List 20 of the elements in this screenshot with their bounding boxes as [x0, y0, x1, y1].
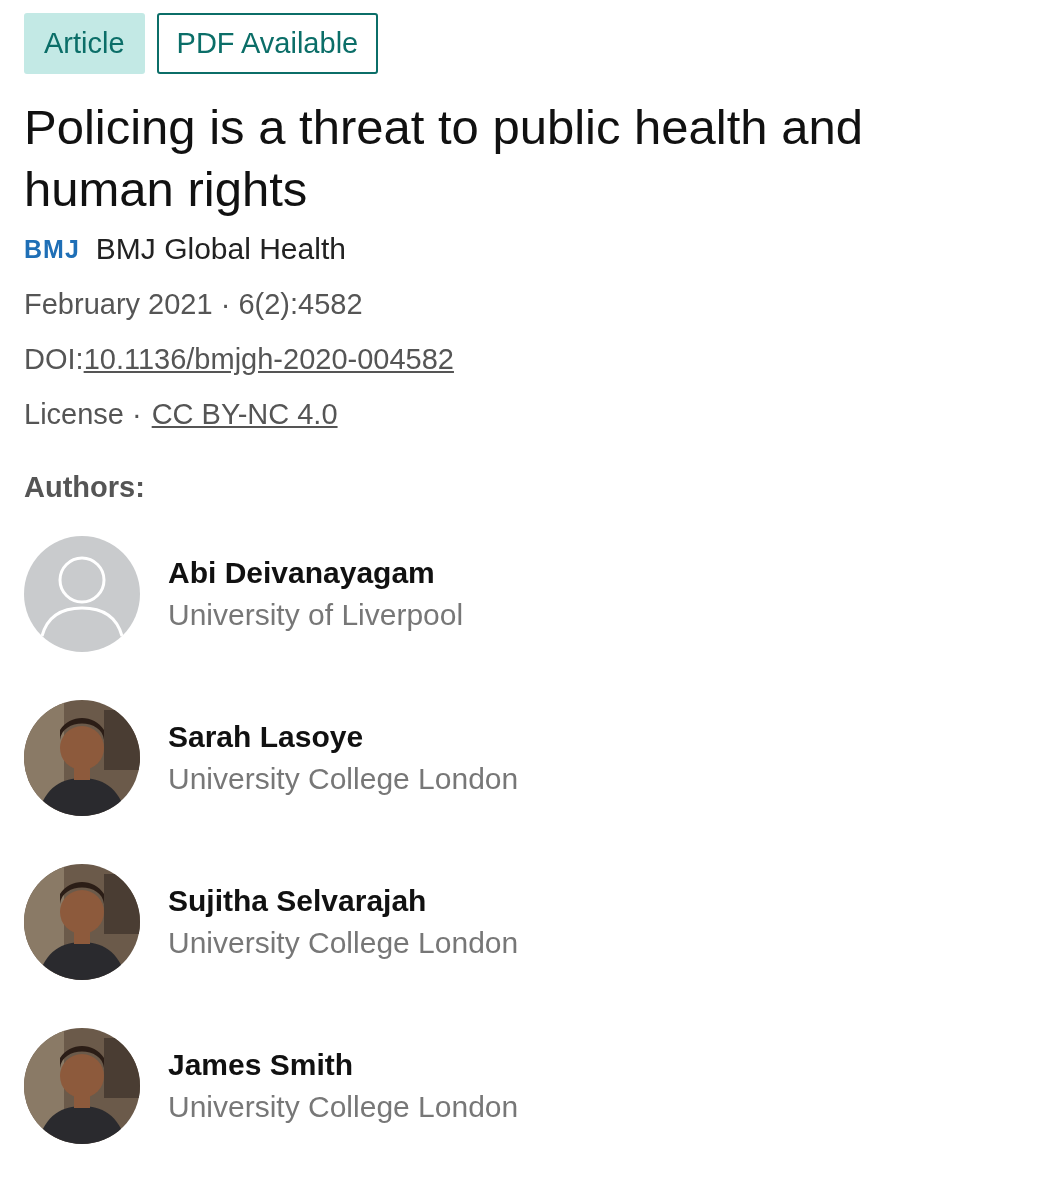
article-title: Policing is a threat to public health and human rights [24, 99, 864, 218]
license-link[interactable]: CC BY-NC 4.0 [151, 398, 338, 431]
author-affiliation: University College London [168, 926, 519, 960]
publication-date: February 2021 · 6(2):4582 [24, 288, 363, 321]
license-label: License · [24, 398, 142, 431]
journal-logo: BMJ [24, 234, 80, 264]
author-name[interactable]: Sarah Lasoye [168, 720, 519, 754]
author-affiliation: University of Liverpool [168, 598, 464, 632]
authors-heading: Authors: [24, 471, 146, 504]
article-type-tag: Article [24, 13, 145, 74]
author-affiliation: University College London [168, 1090, 519, 1124]
doi-label: DOI: [24, 343, 84, 376]
author-name[interactable]: James Smith [168, 1048, 519, 1082]
journal-name: BMJ Global Health [95, 232, 346, 266]
pdf-available-tag: PDF Available [156, 13, 379, 74]
doi-link[interactable]: 10.1136/bmjgh-2020-004582 [83, 343, 454, 376]
author-name[interactable]: Abi Deivanayagam [168, 556, 464, 590]
author-name[interactable]: Sujitha Selvarajah [168, 884, 519, 918]
avatar-placeholder-icon [24, 536, 140, 652]
author-affiliation: University College London [168, 762, 519, 796]
